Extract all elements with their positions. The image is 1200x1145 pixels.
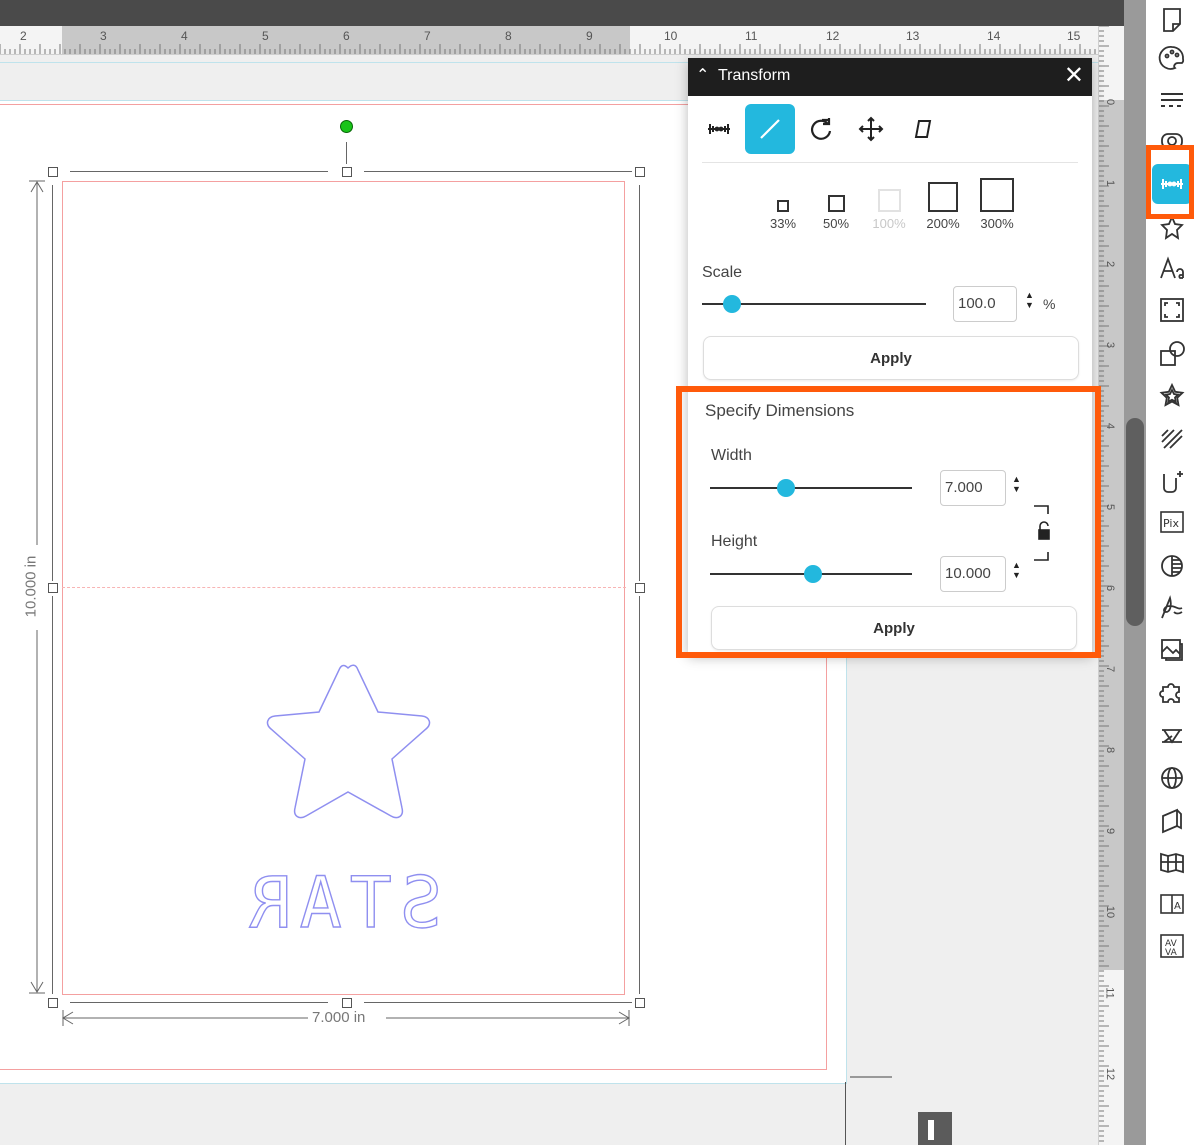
transform-tool-highlight — [1146, 145, 1194, 219]
scale-slider-knob[interactable] — [723, 295, 741, 313]
preset-label: 50% — [822, 216, 850, 231]
page-setup-icon[interactable] — [1152, 0, 1192, 40]
preset-200[interactable]: 200% — [921, 182, 965, 231]
page-indicator-bar — [928, 1120, 934, 1140]
globe-icon[interactable] — [1152, 758, 1192, 798]
text-style-icon[interactable]: AV VA — [1152, 926, 1192, 966]
preset-label: 100% — [872, 216, 906, 231]
preset-100: 100% — [868, 189, 910, 231]
ruler-label: 11 — [1103, 987, 1116, 999]
preset-box-icon — [928, 182, 958, 212]
pix-icon[interactable]: Pix — [1152, 502, 1192, 542]
ruler-label: 2 — [1104, 260, 1117, 268]
ruler-label: 13 — [906, 29, 920, 43]
sketch-icon[interactable] — [1152, 418, 1192, 458]
ruler-label: 7 — [1104, 665, 1117, 673]
ruler-label: 12 — [1104, 1067, 1117, 1081]
preset-50[interactable]: 50% — [818, 195, 854, 231]
design-icon[interactable] — [1152, 38, 1192, 78]
ruler-label: 9 — [1104, 827, 1117, 835]
preset-box-icon — [980, 178, 1014, 212]
preset-label: 200% — [926, 216, 960, 231]
ruler-label: 5 — [1104, 503, 1117, 511]
ruler-label: 6 — [1104, 584, 1117, 592]
contrast-icon[interactable] — [1152, 546, 1192, 586]
ruler-label: 11 — [745, 29, 758, 43]
preset-label: 33% — [769, 216, 797, 231]
tab-rotate[interactable] — [796, 104, 846, 154]
puzzle-marker-icon[interactable] — [1152, 462, 1192, 502]
map-icon[interactable] — [1152, 842, 1192, 882]
ruler-right: 0 1 2 3 4 5 6 7 8 9 10 11 12 — [1098, 26, 1125, 1145]
fold-icon[interactable] — [1152, 800, 1192, 840]
divider — [702, 162, 1078, 163]
canvas-divider — [845, 1082, 846, 1145]
tab-move[interactable] — [846, 104, 896, 154]
tab-scale[interactable] — [745, 104, 795, 154]
text-icon[interactable] — [1152, 248, 1192, 288]
ruler-label: 15 — [1067, 29, 1081, 43]
text-layout-icon[interactable]: A — [1152, 884, 1192, 924]
svg-text:Pix: Pix — [1163, 517, 1179, 530]
canvas-mark — [850, 1076, 892, 1078]
transform-panel-header[interactable]: ⌃ Transform ✕ — [688, 58, 1092, 96]
preset-300[interactable]: 300% — [975, 178, 1019, 231]
star-shape[interactable] — [264, 660, 434, 826]
scale-input[interactable]: 100.0 — [953, 286, 1017, 322]
crop-icon[interactable] — [1152, 290, 1192, 330]
ruler-label: 4 — [1104, 422, 1117, 430]
ruler-label: 1 — [1104, 179, 1117, 187]
shapes-icon[interactable] — [1152, 334, 1192, 374]
replicate-icon[interactable] — [1152, 716, 1192, 756]
page-indicator-icon[interactable] — [918, 1112, 952, 1145]
ruler-label: 3 — [1104, 341, 1117, 349]
tab-scale-align[interactable] — [694, 104, 744, 154]
close-icon[interactable]: ✕ — [1064, 62, 1084, 90]
image-icon[interactable] — [1152, 630, 1192, 670]
ruler-label: 0 — [1104, 98, 1117, 106]
puzzle-icon[interactable] — [1152, 672, 1192, 712]
preset-box-icon — [777, 200, 789, 212]
chevron-up-icon[interactable]: ⌃ — [696, 65, 709, 85]
signature-icon[interactable] — [1152, 588, 1192, 628]
scale-stepper[interactable]: ▲ ▼ — [1025, 290, 1034, 310]
ruler-label: 12 — [826, 29, 840, 43]
tab-shear[interactable] — [898, 104, 948, 154]
scrollbar-thumb[interactable] — [1126, 418, 1144, 626]
scale-label: Scale — [702, 264, 743, 281]
svg-text:A: A — [1174, 901, 1181, 912]
preset-box-icon — [877, 189, 901, 212]
svg-text:VA: VA — [1165, 948, 1178, 958]
preset-box-icon — [827, 195, 845, 212]
ruler-label: 14 — [987, 29, 1001, 43]
star-icon[interactable] — [1152, 376, 1192, 416]
specify-dimensions-highlight — [676, 386, 1101, 658]
scale-apply-button[interactable]: Apply — [703, 336, 1079, 380]
scale-unit: % — [1043, 296, 1056, 312]
preset-33[interactable]: 33% — [766, 200, 800, 231]
panel-title: Transform — [718, 67, 791, 84]
height-dimension-label: 10.000 in — [22, 551, 40, 622]
star-text-mirrored[interactable]: STAR — [241, 861, 443, 944]
ruler-label: 8 — [1104, 746, 1117, 754]
dimension-lines — [29, 180, 630, 1026]
lines-icon[interactable] — [1152, 80, 1192, 120]
preset-label: 300% — [980, 216, 1014, 231]
ruler-label: 10 — [1104, 905, 1117, 919]
width-dimension-label: 7.000 in — [308, 1009, 370, 1026]
